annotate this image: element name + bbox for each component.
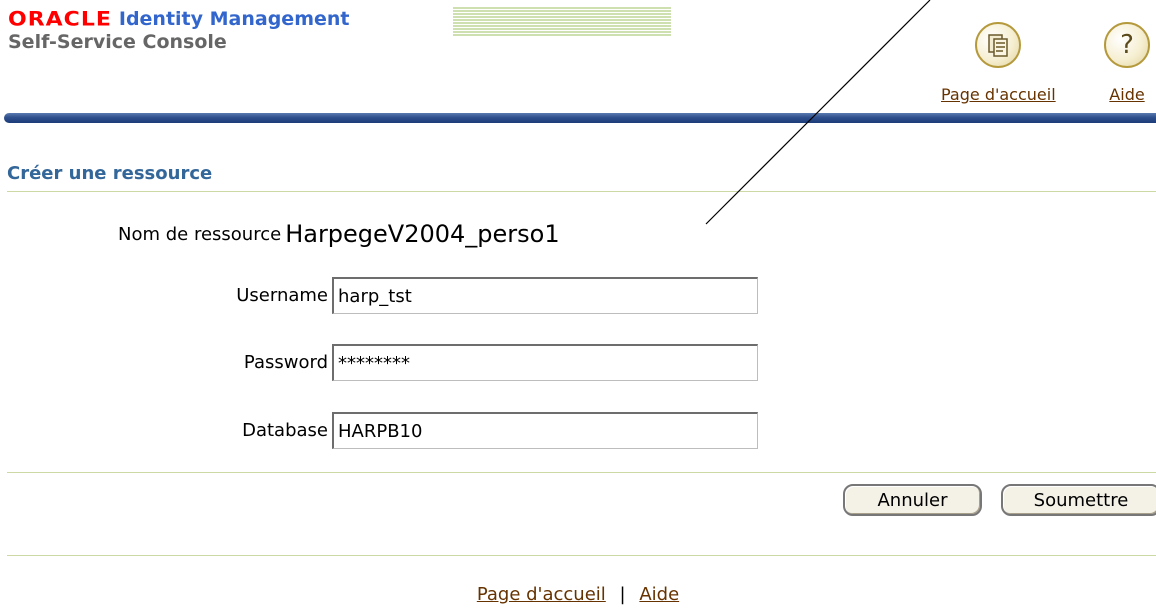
cancel-button[interactable]: Annuler: [843, 484, 982, 516]
password-row: Password: [118, 344, 758, 381]
global-help-label: Aide: [1109, 85, 1145, 104]
branding: ORACLE Identity Management Self-Service …: [8, 5, 350, 53]
database-row: Database: [118, 412, 758, 449]
username-label: Username: [236, 285, 328, 306]
username-row: Username: [118, 277, 758, 314]
page-title: Créer une ressource: [7, 163, 213, 184]
console-name: Self-Service Console: [8, 31, 227, 53]
footer: Page d'accueil | Aide: [0, 584, 1156, 605]
resource-name-label: Nom de ressource: [118, 223, 282, 245]
help-icon: ?: [1104, 22, 1150, 68]
help-glyph: ?: [1120, 30, 1134, 60]
brand-stripes-decoration: [453, 7, 671, 37]
database-label: Database: [242, 420, 328, 441]
password-label: Password: [243, 352, 328, 373]
username-field[interactable]: [332, 277, 758, 314]
submit-button[interactable]: Soumettre: [1001, 484, 1156, 516]
page: ORACLE Identity Management Self-Service …: [0, 0, 1156, 609]
form-divider: [7, 472, 1156, 473]
footer-home-link[interactable]: Page d'accueil: [477, 584, 606, 605]
database-field[interactable]: [332, 412, 758, 449]
global-help-button[interactable]: ? Aide: [1104, 22, 1150, 104]
oracle-logo: ORACLE: [8, 7, 112, 31]
password-field[interactable]: [332, 344, 758, 381]
header-bar: [4, 113, 1156, 123]
resource-name-value: HarpegeV2004_perso1: [285, 220, 560, 248]
home-icon: [975, 22, 1022, 68]
footer-separator: |: [619, 584, 626, 605]
footer-divider: [7, 555, 1156, 556]
title-divider: [7, 191, 1156, 192]
product-name: Identity Management: [118, 8, 350, 30]
global-home-label: Page d'accueil: [941, 85, 1056, 104]
footer-help-link[interactable]: Aide: [639, 584, 679, 605]
resource-name-row: Nom de ressource HarpegeV2004_perso1: [118, 220, 560, 248]
global-home-button[interactable]: Page d'accueil: [941, 22, 1056, 104]
